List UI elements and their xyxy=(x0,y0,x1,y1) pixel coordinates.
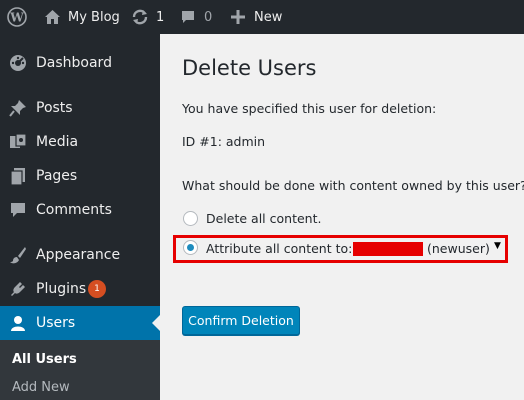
menu-item-plugins[interactable]: Plugins 1 xyxy=(0,272,160,306)
user-icon xyxy=(9,314,27,332)
users-submenu: All Users Add New xyxy=(0,340,160,400)
delete-content-label[interactable]: Delete all content. xyxy=(206,211,321,226)
svg-text:W: W xyxy=(9,11,24,25)
delete-content-radio[interactable] xyxy=(183,211,198,226)
menu-label-appearance: Appearance xyxy=(36,247,121,263)
plugin-icon xyxy=(9,280,27,298)
comment-icon xyxy=(9,201,27,219)
paintbrush-icon xyxy=(9,246,27,264)
admin-bar: W My Blog 1 0 New xyxy=(0,0,524,34)
menu-label-media: Media xyxy=(36,134,79,150)
pages-icon xyxy=(9,167,27,185)
new-content-link[interactable]: New xyxy=(231,0,282,34)
submenu-all-users[interactable]: All Users xyxy=(12,352,77,367)
attribute-user-select[interactable]: (newuser) xyxy=(427,241,490,256)
comment-bubble-icon xyxy=(180,9,196,25)
dropdown-caret-icon[interactable]: ▼ xyxy=(494,241,501,251)
menu-label-comments: Comments xyxy=(36,202,112,218)
redacted-username xyxy=(353,242,423,256)
confirm-deletion-button[interactable]: Confirm Deletion xyxy=(182,306,300,335)
menu-label-dashboard: Dashboard xyxy=(36,55,112,71)
home-icon xyxy=(44,9,61,25)
plugins-update-badge: 1 xyxy=(88,280,106,298)
menu-item-dashboard[interactable]: Dashboard xyxy=(0,46,160,80)
menu-label-plugins: Plugins xyxy=(36,281,87,297)
comments-count: 0 xyxy=(204,9,213,25)
admin-sidebar: Dashboard Posts Media Pages Comments App… xyxy=(0,34,160,400)
pushpin-icon xyxy=(9,99,27,117)
updates-count: 1 xyxy=(156,9,165,25)
dashboard-icon xyxy=(9,54,27,72)
plus-icon xyxy=(231,10,245,24)
content-question: What should be done with content owned b… xyxy=(182,178,524,193)
page-title: Delete Users xyxy=(182,56,317,80)
site-name: My Blog xyxy=(68,9,120,25)
media-icon xyxy=(9,133,27,151)
site-name-link[interactable]: My Blog xyxy=(44,0,120,34)
menu-label-users: Users xyxy=(36,315,76,331)
menu-item-users[interactable]: Users xyxy=(0,306,160,340)
menu-item-comments[interactable]: Comments xyxy=(0,193,160,227)
menu-item-appearance[interactable]: Appearance xyxy=(0,238,160,272)
attribute-content-label[interactable]: Attribute all content to: xyxy=(206,241,352,256)
updates-link[interactable]: 1 xyxy=(131,0,164,34)
menu-label-pages: Pages xyxy=(36,168,78,184)
intro-text: You have specified this user for deletio… xyxy=(182,101,437,116)
comments-link[interactable]: 0 xyxy=(180,0,212,34)
refresh-icon xyxy=(131,8,149,26)
attribute-content-radio[interactable] xyxy=(183,240,198,255)
new-label: New xyxy=(254,9,283,25)
menu-label-posts: Posts xyxy=(36,100,73,116)
wordpress-logo-icon[interactable]: W xyxy=(7,0,27,34)
menu-item-posts[interactable]: Posts xyxy=(0,91,160,125)
menu-item-pages[interactable]: Pages xyxy=(0,159,160,193)
user-to-delete: ID #1: admin xyxy=(182,134,266,149)
menu-item-media[interactable]: Media xyxy=(0,125,160,159)
submenu-add-new[interactable]: Add New xyxy=(12,380,70,395)
